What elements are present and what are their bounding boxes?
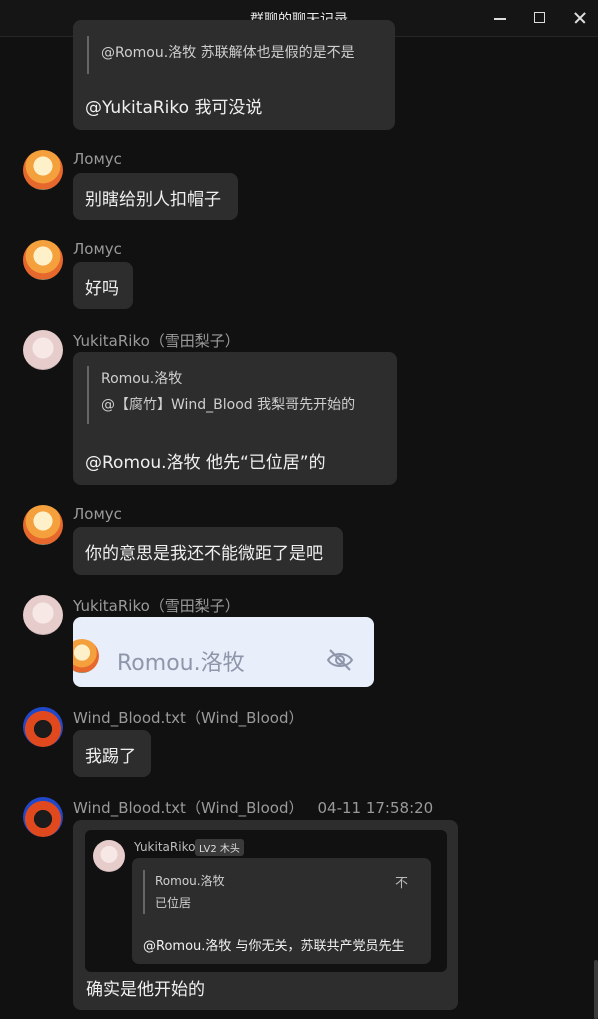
message-text: 你的意思是我还不能微距了是吧 xyxy=(85,544,323,564)
scrollbar[interactable] xyxy=(594,960,598,1019)
avatar[interactable] xyxy=(23,505,63,545)
avatar[interactable] xyxy=(23,150,63,190)
message-bubble[interactable]: 我踢了 xyxy=(73,730,151,777)
message-text: 我踢了 xyxy=(85,747,136,767)
message-text: @YukitaRiko 我可没说 xyxy=(85,98,263,118)
message-bubble[interactable]: 别瞎给别人扣帽子 xyxy=(73,173,238,220)
level-badge: LV2 木头 xyxy=(195,839,244,856)
forwarded-bubble: Romou.洛牧 已位居 不 @Romou.洛牧 与你无关，苏联共产党员先生 xyxy=(132,858,431,964)
quote-block: Romou.洛牧 @【腐竹】Wind_Blood 我梨哥先开始的 xyxy=(87,366,355,424)
close-icon[interactable] xyxy=(569,8,591,28)
avatar[interactable] xyxy=(23,330,63,370)
hidden-content-card[interactable]: Romou.洛牧 xyxy=(73,617,374,687)
forwarded-message[interactable]: YukitaRiko LV2 木头 Romou.洛牧 已位居 不 @Romou.… xyxy=(85,830,447,972)
eye-off-icon[interactable] xyxy=(326,648,354,672)
message-bubble[interactable]: 好吗 xyxy=(73,262,133,309)
quote-name: Romou.洛牧 xyxy=(101,371,183,387)
minimize-icon[interactable] xyxy=(489,8,511,28)
forwarded-avatar xyxy=(93,840,125,872)
sender-name-text: Wind_Blood.txt（Wind_Blood） xyxy=(73,799,304,817)
avatar[interactable] xyxy=(23,240,63,280)
sender-name: YukitaRiko（雪田梨子） xyxy=(73,597,240,615)
quote-name: Romou.洛牧 xyxy=(155,874,225,888)
avatar[interactable] xyxy=(23,595,63,635)
message-text: 别瞎给别人扣帽子 xyxy=(85,190,221,210)
sender-name: Ломус xyxy=(73,240,122,258)
message-bubble[interactable]: YukitaRiko LV2 木头 Romou.洛牧 已位居 不 @Romou.… xyxy=(73,820,458,1010)
quote-dismiss-glyph: 不 xyxy=(395,876,409,891)
sender-name: Wind_Blood.txt（Wind_Blood） 04-11 17:58:20 xyxy=(73,797,433,818)
sender-name: YukitaRiko（雪田梨子） xyxy=(73,332,240,350)
sender-name: Ломус xyxy=(73,505,122,523)
maximize-icon[interactable] xyxy=(529,8,551,28)
sender-name: Ломус xyxy=(73,150,122,168)
message-bubble[interactable]: Romou.洛牧 @【腐竹】Wind_Blood 我梨哥先开始的 @Romou.… xyxy=(73,352,397,485)
quote-text: @【腐竹】Wind_Blood 我梨哥先开始的 xyxy=(101,397,356,413)
card-text: Romou.洛牧 xyxy=(117,651,245,676)
message-bubble[interactable]: @Romou.洛牧 苏联解体也是假的是不是 @YukitaRiko 我可没说 xyxy=(73,20,395,130)
message-bubble[interactable]: 你的意思是我还不能微距了是吧 xyxy=(73,527,343,575)
avatar[interactable] xyxy=(23,707,63,747)
quote-text: @Romou.洛牧 苏联解体也是假的是不是 xyxy=(101,45,355,61)
card-avatar xyxy=(73,639,99,673)
quote-text: 已位居 xyxy=(155,896,192,910)
quote-block: @Romou.洛牧 苏联解体也是假的是不是 xyxy=(87,36,355,74)
message-text: 好吗 xyxy=(85,279,119,299)
message-time: 04-11 17:58:20 xyxy=(317,799,434,817)
forwarded-sender-name: YukitaRiko xyxy=(134,840,196,854)
message-text: @Romou.洛牧 他先“已位居”的 xyxy=(85,453,326,473)
forwarded-text: @Romou.洛牧 与你无关，苏联共产党员先生 xyxy=(143,939,405,954)
quote-block: Romou.洛牧 已位居 xyxy=(143,870,225,914)
avatar[interactable] xyxy=(23,797,63,837)
sender-name: Wind_Blood.txt（Wind_Blood） xyxy=(73,709,304,727)
message-text: 确实是他开始的 xyxy=(86,980,205,1000)
